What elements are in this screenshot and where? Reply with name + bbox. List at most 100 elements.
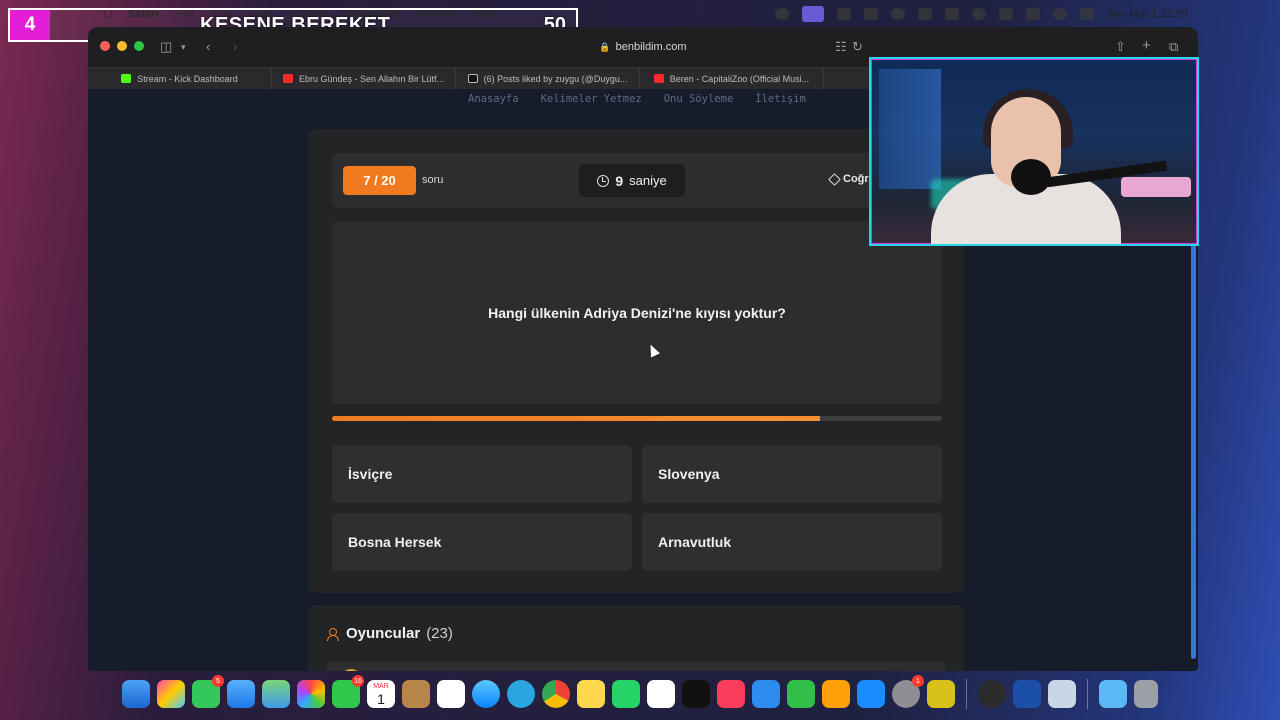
url-text: benbildim.com (615, 41, 687, 53)
back-icon[interactable]: ‹ (206, 39, 210, 54)
forward-icon[interactable]: › (233, 39, 237, 54)
answer-option-2[interactable]: Slovenya (642, 445, 942, 503)
trash-icon[interactable] (1134, 680, 1158, 708)
cam-light-bar-image (1121, 177, 1191, 197)
players-header: Oyuncular (23) (327, 625, 453, 642)
notes-icon[interactable] (577, 680, 605, 708)
question-counter: 7 / 20 (343, 166, 416, 195)
app-store-icon[interactable] (857, 680, 885, 708)
tab-x-posts[interactable]: (6) Posts liked by zuygu (@Duygu... (456, 67, 640, 90)
players-panel: Oyuncular (23) (308, 605, 964, 671)
dock-separator (1087, 679, 1088, 709)
launchpad-icon[interactable] (157, 680, 185, 708)
minimize-window-button[interactable] (117, 41, 127, 51)
cam-microphone-image (1011, 159, 1051, 195)
safari-icon[interactable] (472, 680, 500, 708)
tab-kick-dashboard[interactable]: Stream - Kick Dashboard (88, 67, 272, 90)
music-icon[interactable] (717, 680, 745, 708)
numbers-icon[interactable] (787, 680, 815, 708)
overlay-number: 4 (10, 10, 50, 40)
chrome-icon[interactable] (542, 680, 570, 708)
status-app-icon[interactable] (774, 7, 789, 20)
tab-label: (6) Posts liked by zuygu (@Duygu... (483, 73, 628, 84)
downloads-folder-icon[interactable] (1099, 680, 1127, 708)
players-title: Oyuncular (346, 625, 421, 642)
sidebar-toggle-icon[interactable]: ◫ (160, 39, 172, 55)
obs-icon[interactable] (978, 680, 1006, 708)
cloud-icon[interactable] (917, 7, 932, 20)
timer: 9 saniye (579, 164, 685, 197)
whatsapp-icon[interactable] (612, 680, 640, 708)
question-counter-label: soru (422, 174, 444, 186)
reminders-icon[interactable] (437, 680, 465, 708)
nav-kelimeler-yetmez[interactable]: Kelimeler Yetmez (541, 93, 642, 105)
nav-home[interactable]: Anasayfa (468, 93, 519, 105)
time-progress-fill (332, 416, 820, 421)
preview-icon[interactable] (1048, 680, 1076, 708)
youtube-icon (282, 74, 293, 83)
contacts-icon[interactable] (402, 680, 430, 708)
pages-icon[interactable] (822, 680, 850, 708)
window-controls (100, 41, 144, 51)
answer-option-3[interactable]: Bosna Hersek (332, 513, 632, 571)
player-row (326, 661, 946, 671)
kick-icon (121, 74, 132, 83)
question-box: Hangi ülkenin Adriya Denizi'ne kıyısı yo… (332, 221, 942, 404)
youtube-icon (653, 74, 664, 83)
messages-icon[interactable]: 5 (192, 675, 224, 708)
calendar-month: MAR (373, 683, 389, 690)
facetime-badge: 16 (352, 675, 364, 687)
xcode-icon[interactable] (927, 680, 955, 708)
translate-icon[interactable]: ☷ (835, 39, 847, 55)
tab-label: Stream - Kick Dashboard (137, 73, 238, 84)
tab-youtube-beren[interactable]: Beren - CapitaliZoo (Official Musi... (640, 67, 824, 90)
control-center-icon[interactable] (1079, 7, 1094, 20)
keynote-icon[interactable] (752, 680, 780, 708)
facetime-icon[interactable]: 16 (332, 675, 364, 708)
keyboard-layout-icon[interactable] (836, 7, 851, 20)
bluetooth-icon[interactable] (944, 7, 959, 20)
mail-icon[interactable] (227, 680, 255, 708)
grid-icon[interactable] (863, 7, 878, 20)
answer-option-4[interactable]: Arnavutluk (642, 513, 942, 571)
category-text: Coğr (843, 173, 869, 185)
answer-option-1[interactable]: İsviçre (332, 445, 632, 503)
menu-clock[interactable]: Sun Mar 1 22:59 (1107, 8, 1188, 20)
search-icon[interactable] (1052, 7, 1067, 20)
players-count: (23) (426, 625, 453, 642)
quiz-card: 7 / 20 soru 9 saniye Coğr Hangi ülkenin … (308, 129, 964, 593)
maps-icon[interactable] (262, 680, 290, 708)
chevron-down-icon[interactable]: ▾ (181, 42, 186, 53)
tab-youtube-ebru[interactable]: Ebru Gündeş - Sen Allahın Bir Lütf... (272, 67, 456, 90)
telegram-icon[interactable] (507, 680, 535, 708)
site-nav: Anasayfa Kelimeler Yetmez Onu Söyleme İl… (468, 93, 806, 105)
record-icon[interactable] (890, 7, 905, 20)
category-label: Coğr (828, 172, 869, 186)
timer-value: 9 (615, 172, 624, 189)
page-scrollbar[interactable] (1191, 239, 1196, 659)
calendar-icon[interactable]: MAR 1 (367, 680, 395, 708)
apple-tv-icon[interactable] (682, 680, 710, 708)
wd-icon[interactable] (1013, 680, 1041, 708)
tab-label: Beren - CapitaliZoo (Official Musi... (669, 73, 810, 84)
calendar-day: 1 (377, 691, 385, 707)
users-icon (327, 627, 340, 641)
system-settings-icon[interactable]: 1 (892, 675, 924, 708)
screen-mirror-icon[interactable] (801, 5, 824, 22)
tab-overview-icon[interactable]: ⧉ (1169, 39, 1178, 55)
battery-icon[interactable] (998, 7, 1013, 20)
finder-icon[interactable] (122, 680, 150, 708)
share-icon[interactable]: ⇧ (1115, 39, 1126, 55)
nav-onu-soyleme[interactable]: Onu Söyleme (664, 93, 734, 105)
zoom-window-button[interactable] (134, 41, 144, 51)
nav-iletisim[interactable]: İletişim (755, 93, 806, 105)
address-bar[interactable]: 🔒 benbildim.com (418, 35, 868, 59)
photos-icon[interactable] (297, 680, 325, 708)
freeform-icon[interactable] (647, 680, 675, 708)
wifi-icon[interactable] (1025, 7, 1040, 20)
reload-icon[interactable]: ↻ (852, 39, 863, 55)
clock-icon (597, 174, 610, 187)
close-window-button[interactable] (100, 41, 110, 51)
play-icon[interactable] (971, 7, 986, 20)
new-tab-icon[interactable]: + (1142, 37, 1151, 54)
